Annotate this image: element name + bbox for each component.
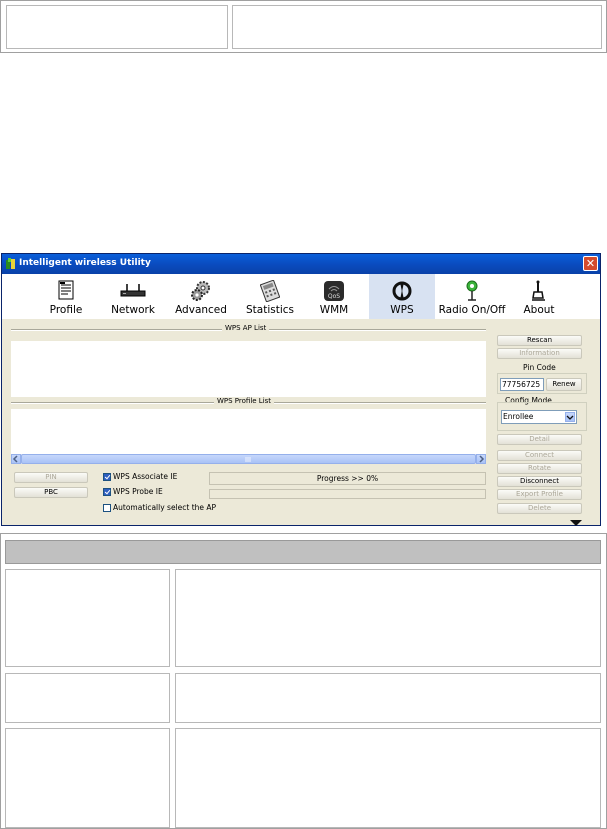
svg-text:QoS: QoS [328, 293, 340, 300]
auto-select-ap-label: Automatically select the AP [113, 503, 217, 512]
close-icon[interactable]: ✕ [583, 256, 598, 271]
wps-associate-ie-checkbox[interactable] [103, 473, 111, 481]
delete-button[interactable]: Delete [497, 503, 582, 514]
row2-right [175, 673, 601, 723]
more-arrow-icon[interactable] [570, 519, 582, 526]
row1-right [175, 569, 601, 667]
connect-button[interactable]: Connect [497, 450, 582, 461]
information-button[interactable]: Information [497, 348, 582, 359]
toolbar: Profile Network Advanced Statistics QoS … [2, 274, 600, 319]
wps-icon [391, 280, 413, 304]
tab-label: WPS [390, 304, 414, 316]
progress-text: Progress >> 0% [316, 474, 379, 483]
app-icon [5, 258, 16, 270]
top-table [0, 0, 607, 53]
scroll-thumb[interactable] [21, 454, 476, 464]
tab-radio-onoff[interactable]: Radio On/Off [436, 274, 508, 319]
tab-network[interactable]: Network [106, 274, 160, 319]
wps-probe-ie-checkbox[interactable] [103, 488, 111, 496]
app-window: Intelligent wireless Utility ✕ Profile N… [1, 253, 601, 526]
row2-left [5, 673, 170, 723]
gear-icon [190, 280, 212, 304]
rescan-button[interactable]: Rescan [497, 335, 582, 346]
tab-label: Network [111, 304, 155, 316]
wps-probe-ie-label: WPS Probe IE [113, 487, 163, 496]
row3-left [5, 728, 170, 828]
radio-icon [465, 280, 479, 304]
profile-list-title: WPS Profile List [214, 397, 275, 405]
horizontal-scrollbar[interactable] [11, 454, 486, 464]
progress-text-box: Progress >> 0% [209, 472, 486, 485]
scroll-left-icon[interactable] [11, 454, 21, 464]
config-mode-select[interactable]: Enrollee [501, 410, 577, 424]
tab-wmm[interactable]: QoS WMM [314, 274, 354, 319]
tab-statistics[interactable]: Statistics [243, 274, 297, 319]
tab-label: About [523, 304, 555, 316]
bottom-table [0, 533, 607, 829]
auto-select-ap-checkbox[interactable] [103, 504, 111, 512]
top-table-cell-left [6, 5, 228, 49]
chevron-down-icon[interactable] [565, 412, 575, 422]
statistics-icon [259, 279, 281, 304]
ap-list-title: WPS AP List [222, 324, 270, 332]
tab-profile[interactable]: Profile [44, 274, 88, 319]
row1-left [5, 569, 170, 667]
pin-button[interactable]: PIN [14, 472, 88, 483]
network-icon [120, 284, 146, 300]
tab-label: Profile [49, 304, 83, 316]
pbc-button[interactable]: PBC [14, 487, 88, 498]
tab-label: WMM [319, 304, 349, 316]
window-title: Intelligent wireless Utility [19, 258, 151, 268]
rotate-button[interactable]: Rotate [497, 463, 582, 474]
pin-code-label: Pin Code [523, 363, 556, 372]
row3-right [175, 728, 601, 828]
tab-about[interactable]: About [519, 274, 559, 319]
title-bar[interactable]: Intelligent wireless Utility ✕ [2, 254, 600, 274]
tab-wps[interactable]: WPS [369, 274, 435, 319]
profile-icon [58, 280, 74, 302]
wps-profile-list[interactable] [11, 409, 486, 454]
progress-bar [209, 489, 486, 499]
tab-label: Advanced [175, 304, 227, 316]
pin-code-group: 77756725 Renew [497, 373, 587, 394]
wps-ap-list[interactable] [11, 341, 486, 397]
wps-associate-ie-label: WPS Associate IE [113, 472, 178, 481]
disconnect-button[interactable]: Disconnect [497, 476, 582, 487]
bottom-table-header [5, 540, 601, 564]
detail-button[interactable]: Detail [497, 434, 582, 445]
export-profile-button[interactable]: Export Profile [497, 489, 582, 500]
top-table-cell-right [232, 5, 602, 49]
tab-label: Statistics [246, 304, 294, 316]
config-mode-group: Enrollee [497, 402, 587, 431]
config-mode-value: Enrollee [503, 412, 534, 421]
about-icon [531, 280, 547, 304]
scroll-right-icon[interactable] [476, 454, 486, 464]
pin-code-field[interactable]: 77756725 [500, 378, 544, 391]
wmm-icon: QoS [323, 280, 345, 304]
tab-advanced[interactable]: Advanced [173, 274, 229, 319]
renew-button[interactable]: Renew [546, 378, 582, 391]
tab-label: Radio On/Off [438, 304, 506, 316]
